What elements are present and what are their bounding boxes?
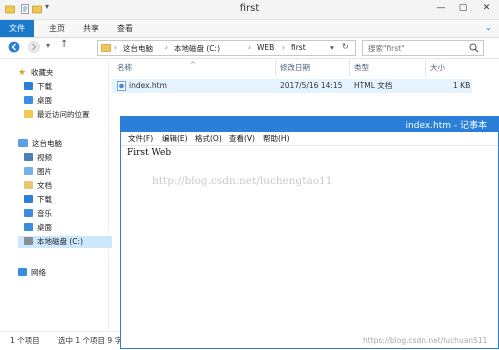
- up-arrow-icon[interactable]: ↑: [60, 39, 68, 50]
- back-icon[interactable]: [8, 41, 20, 53]
- nav-favorites-label: 收藏夹: [31, 68, 54, 77]
- nav-item-label: 最近访问的位置: [37, 110, 90, 119]
- notepad-content: First Web: [127, 148, 172, 158]
- navigation-pane: ★ 收藏夹 下载 桌面 最近访问的位置 这台电脑 视频 图片 文档 下载 音乐 桌…: [0, 59, 112, 331]
- pictures-icon: [24, 167, 33, 175]
- file-date: 2017/5/16 14:15: [280, 81, 343, 90]
- tab-home[interactable]: 主页: [42, 22, 72, 36]
- star-icon: ★: [18, 68, 27, 78]
- tab-view[interactable]: 查看: [110, 22, 140, 36]
- desktop-icon: [24, 96, 33, 104]
- breadcrumb-web[interactable]: WEB: [257, 43, 274, 52]
- address-dropdown-icon[interactable]: ▾: [330, 43, 334, 52]
- music-icon: [24, 209, 33, 217]
- nav-item-desktop[interactable]: 桌面: [24, 95, 52, 107]
- html-file-icon: [117, 81, 126, 91]
- network-icon: [18, 268, 27, 276]
- notepad-title: index.htm - 记事本: [405, 121, 487, 131]
- search-placeholder: 搜索"first": [368, 44, 405, 53]
- nav-item-label: 音乐: [37, 209, 52, 218]
- documents-icon: [24, 181, 33, 189]
- recent-places-icon: [24, 110, 33, 118]
- menu-file[interactable]: 文件(F): [128, 133, 153, 144]
- breadcrumb-first[interactable]: first: [291, 43, 306, 52]
- nav-item-downloads-pc[interactable]: 下载: [24, 194, 52, 206]
- breadcrumb-separator-icon: ›: [282, 43, 285, 52]
- notepad-menu-bar: 文件(F) 编辑(E) 格式(O) 查看(V) 帮助(H): [121, 132, 498, 146]
- drive-icon: [24, 237, 33, 245]
- window-title: first: [239, 3, 260, 14]
- minimize-button[interactable]: —: [430, 0, 452, 16]
- breadcrumb-local-disk[interactable]: 本地磁盘 (C:): [174, 43, 220, 54]
- nav-item-label: 下载: [37, 82, 52, 91]
- maximize-button[interactable]: ▢: [452, 0, 474, 16]
- close-button[interactable]: ✕: [474, 0, 499, 16]
- nav-item-label: 桌面: [37, 223, 52, 232]
- desktop-icon: [24, 223, 33, 231]
- folder-icon: [101, 44, 111, 52]
- file-size: 1 KB: [453, 81, 471, 90]
- refresh-icon[interactable]: ↻: [342, 42, 349, 51]
- watermark-text: http://blog.csdn.net/luchengtao11: [152, 175, 333, 187]
- item-count: 1 个项目: [10, 336, 40, 345]
- nav-item-label: 下载: [37, 195, 52, 204]
- nav-item-local-disk[interactable]: 本地磁盘 (C:): [18, 236, 112, 248]
- nav-network[interactable]: 网络: [18, 267, 46, 279]
- breadcrumb-this-pc[interactable]: 这台电脑: [123, 43, 153, 54]
- nav-this-pc-label: 这台电脑: [32, 139, 62, 148]
- selection-status: 选中 1 个项目 9 字: [58, 336, 123, 345]
- nav-item-label: 桌面: [37, 96, 52, 105]
- menu-view[interactable]: 查看(V): [229, 133, 255, 144]
- nav-network-label: 网络: [31, 268, 46, 277]
- column-header-name[interactable]: 名称: [117, 62, 132, 74]
- tab-file[interactable]: 文件: [0, 20, 34, 37]
- table-row[interactable]: index.htm 2017/5/16 14:15 HTML 文档 1 KB: [112, 79, 472, 93]
- menu-edit[interactable]: 编辑(E): [162, 133, 188, 144]
- nav-item-downloads[interactable]: 下载: [24, 81, 52, 93]
- column-header-type[interactable]: 类型: [354, 62, 369, 74]
- search-input[interactable]: 搜索"first": [362, 40, 484, 56]
- column-divider[interactable]: [425, 60, 426, 76]
- downloads-icon: [24, 195, 33, 203]
- nav-item-videos[interactable]: 视频: [24, 152, 52, 164]
- file-type: HTML 文档: [354, 81, 393, 90]
- nav-item-documents[interactable]: 文档: [24, 180, 52, 192]
- nav-item-recent[interactable]: 最近访问的位置: [24, 109, 90, 121]
- breadcrumb-separator-icon: ›: [114, 43, 117, 52]
- breadcrumb-separator-icon: ›: [165, 43, 168, 52]
- column-header-size[interactable]: 大小: [430, 62, 445, 74]
- chevron-down-icon[interactable]: ⌄: [478, 21, 499, 35]
- nav-item-music[interactable]: 音乐: [24, 208, 52, 220]
- watermark-corner: https://blog.csdn.net/luchuan511: [363, 336, 488, 345]
- notepad-title-bar[interactable]: index.htm - 记事本: [120, 116, 499, 132]
- downloads-icon: [24, 82, 33, 90]
- recent-locations-icon[interactable]: ▾: [46, 41, 50, 50]
- column-divider[interactable]: [275, 60, 276, 76]
- nav-favorites[interactable]: ★ 收藏夹: [18, 67, 54, 79]
- search-icon[interactable]: [469, 43, 479, 53]
- forward-icon[interactable]: [28, 41, 40, 53]
- file-name: index.htm: [129, 81, 167, 90]
- ribbon-tabs: 文件 主页 共享 查看 ⌄: [0, 20, 499, 38]
- videos-icon: [24, 153, 33, 161]
- sort-indicator-icon: ^: [190, 61, 196, 69]
- address-bar[interactable]: › 这台电脑 › 本地磁盘 (C:) › WEB › first ▾ ↻: [97, 40, 356, 56]
- tab-share[interactable]: 共享: [76, 22, 106, 36]
- nav-item-label: 本地磁盘 (C:): [37, 237, 83, 246]
- breadcrumb-separator-icon: ›: [248, 43, 251, 52]
- menu-format[interactable]: 格式(O): [195, 133, 222, 144]
- column-divider[interactable]: [349, 60, 350, 76]
- nav-item-label: 视频: [37, 153, 52, 162]
- menu-help[interactable]: 帮助(H): [263, 133, 290, 144]
- nav-item-pictures[interactable]: 图片: [24, 166, 52, 178]
- computer-icon: [18, 139, 28, 147]
- column-header-date[interactable]: 修改日期: [280, 62, 310, 74]
- nav-item-label: 文档: [37, 181, 52, 190]
- explorer-title-bar: ▾ first — ▢ ✕: [0, 0, 499, 20]
- nav-item-desktop-pc[interactable]: 桌面: [24, 222, 52, 234]
- nav-this-pc[interactable]: 这台电脑: [18, 138, 62, 150]
- nav-item-label: 图片: [37, 167, 52, 176]
